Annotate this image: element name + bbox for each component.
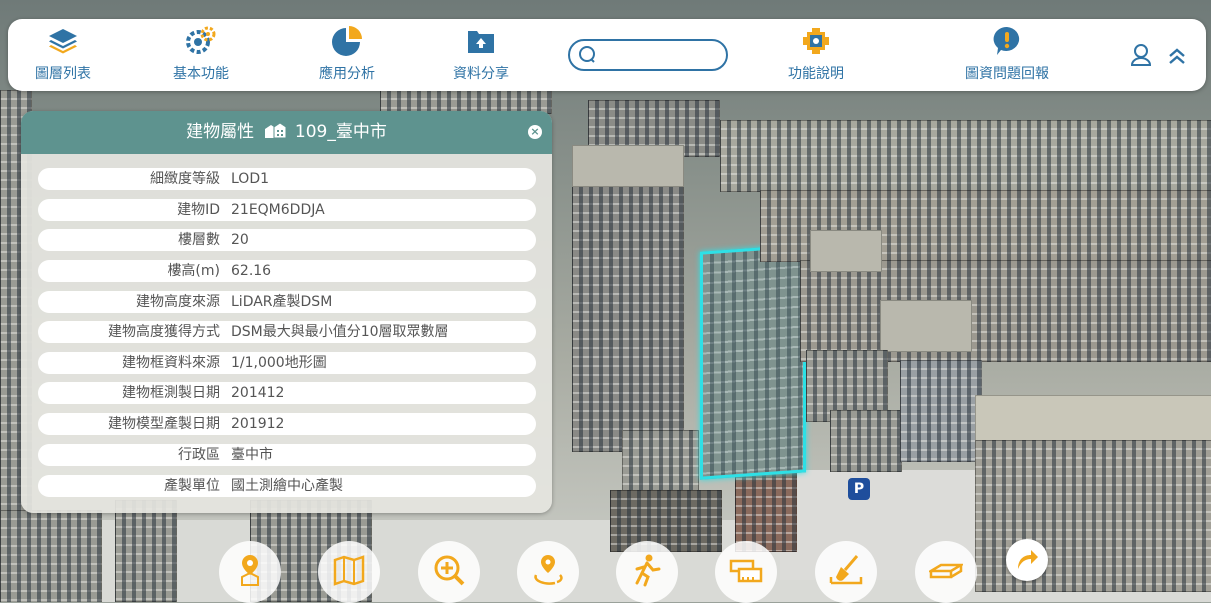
upload-folder-icon bbox=[468, 31, 494, 53]
property-row: 產製單位 國土測繪中心產製 bbox=[38, 475, 536, 497]
excavate-button[interactable] bbox=[815, 541, 877, 603]
toolbar-label: 應用分析 bbox=[319, 66, 375, 82]
property-value: 201412 bbox=[231, 385, 285, 401]
building bbox=[0, 510, 102, 602]
building bbox=[572, 150, 684, 452]
toolbar-basic-functions[interactable]: 基本功能 bbox=[151, 25, 251, 83]
slice-button[interactable] bbox=[915, 541, 977, 603]
property-row: 建物ID 21EQM6DDJA bbox=[38, 199, 536, 221]
building bbox=[115, 500, 177, 602]
map-tool-button[interactable] bbox=[318, 541, 380, 603]
property-value: 國土測繪中心產製 bbox=[231, 478, 343, 494]
property-value: DSM最大與最小值分10層取眾數層 bbox=[231, 324, 449, 340]
building bbox=[622, 430, 699, 492]
search-icon bbox=[579, 46, 595, 63]
property-value: LiDAR產製DSM bbox=[231, 294, 333, 310]
property-key: 行政區 bbox=[178, 447, 220, 463]
building-cluster bbox=[720, 120, 1211, 192]
walking-person-icon bbox=[635, 554, 661, 587]
plane-box-icon bbox=[929, 563, 963, 579]
orbit-pin-icon bbox=[534, 555, 563, 585]
pin-building-icon bbox=[241, 555, 259, 586]
property-value: LOD1 bbox=[231, 171, 270, 187]
toolbar-label: 功能說明 bbox=[788, 66, 844, 82]
shovel-icon bbox=[829, 555, 863, 585]
panel-title-text: 建物屬性 bbox=[186, 122, 255, 142]
selected-building-highlight[interactable] bbox=[700, 244, 806, 480]
panel-title: 建物屬性 109_臺中市 bbox=[21, 111, 552, 154]
toolbar-help[interactable]: 功能說明 bbox=[766, 25, 866, 83]
folded-map-icon bbox=[333, 555, 365, 586]
toolbar-layer-list[interactable]: 圖層列表 bbox=[13, 25, 113, 83]
property-key: 建物框資料來源 bbox=[122, 355, 220, 371]
property-key: 產製單位 bbox=[164, 478, 220, 494]
property-row: 細緻度等級 LOD1 bbox=[38, 168, 536, 190]
property-value: 21EQM6DDJA bbox=[231, 202, 325, 218]
zoom-in-icon bbox=[434, 555, 465, 586]
measure-button[interactable] bbox=[715, 541, 777, 603]
property-value: 62.16 bbox=[231, 263, 272, 279]
property-row: 行政區 臺中市 bbox=[38, 444, 536, 466]
property-row: 建物高度來源 LiDAR產製DSM bbox=[38, 291, 536, 313]
property-key: 樓高(m) bbox=[167, 263, 220, 279]
building bbox=[830, 410, 902, 472]
panel-subtitle: 109_臺中市 bbox=[294, 122, 387, 142]
building-roof bbox=[810, 230, 882, 272]
search-box[interactable] bbox=[568, 39, 728, 71]
locate-building-button[interactable] bbox=[219, 541, 281, 603]
gear-icon bbox=[186, 26, 216, 54]
pie-chart-icon bbox=[332, 26, 362, 56]
building bbox=[610, 490, 722, 552]
property-key: 建物框測製日期 bbox=[122, 385, 220, 401]
building bbox=[900, 360, 982, 462]
alert-bubble-icon bbox=[993, 26, 1020, 55]
zoom-in-button[interactable] bbox=[418, 541, 480, 603]
property-key: 建物模型產製日期 bbox=[108, 416, 220, 432]
toolbar-label: 圖層列表 bbox=[35, 66, 91, 82]
layers-icon bbox=[49, 29, 77, 54]
property-row: 樓層數 20 bbox=[38, 229, 536, 251]
property-value: 20 bbox=[231, 232, 249, 248]
ruler-icon bbox=[729, 559, 763, 583]
toolbar-label: 基本功能 bbox=[173, 66, 229, 82]
property-value: 臺中市 bbox=[231, 447, 273, 463]
close-button[interactable]: × bbox=[528, 125, 542, 139]
toolbar-label: 圖資問題回報 bbox=[965, 66, 1049, 82]
search-input[interactable] bbox=[600, 44, 720, 66]
property-key: 樓層數 bbox=[178, 232, 220, 248]
property-key: 建物ID bbox=[177, 202, 220, 218]
property-row: 建物框資料來源 1/1,000地形圖 bbox=[38, 352, 536, 374]
building-cluster bbox=[800, 260, 1211, 362]
share-arrow-icon bbox=[1018, 550, 1038, 569]
toolbar-report-issue[interactable]: 圖資問題回報 bbox=[957, 25, 1057, 83]
parking-sign: P bbox=[848, 478, 870, 500]
building-properties-panel: 建物屬性 109_臺中市 × 細緻度等級 LOD1 建物ID 21EQM6DDJ… bbox=[21, 111, 552, 513]
property-value: 1/1,000地形圖 bbox=[231, 355, 327, 371]
orbit-button[interactable] bbox=[517, 541, 579, 603]
toolbar-label: 資料分享 bbox=[453, 66, 509, 82]
property-key: 建物高度獲得方式 bbox=[108, 324, 220, 340]
building-roof bbox=[572, 145, 684, 187]
toolbar-data-share[interactable]: 資料分享 bbox=[431, 25, 531, 83]
panel-header: 建物屬性 109_臺中市 × bbox=[21, 111, 552, 154]
property-row: 樓高(m) 62.16 bbox=[38, 260, 536, 282]
property-row: 建物模型產製日期 201912 bbox=[38, 413, 536, 435]
walk-mode-button[interactable] bbox=[616, 541, 678, 603]
puzzle-gear-icon bbox=[803, 28, 829, 54]
share-button[interactable] bbox=[1006, 539, 1048, 581]
property-key: 細緻度等級 bbox=[150, 171, 220, 187]
property-row: 建物框測製日期 201412 bbox=[38, 382, 536, 404]
chevron-up-icon[interactable] bbox=[1164, 43, 1190, 69]
toolbar-analysis[interactable]: 應用分析 bbox=[297, 25, 397, 83]
top-toolbar: 圖層列表 基本功能 應用分析 資料分享 功能說明 圖資問題回報 bbox=[8, 19, 1206, 91]
property-key: 建物高度來源 bbox=[136, 294, 220, 310]
building-roof bbox=[880, 300, 972, 352]
building-cloud-icon bbox=[264, 122, 287, 139]
user-icon[interactable] bbox=[1130, 43, 1152, 67]
building bbox=[735, 470, 797, 552]
property-row: 建物高度獲得方式 DSM最大與最小值分10層取眾數層 bbox=[38, 321, 536, 343]
property-value: 201912 bbox=[231, 416, 285, 432]
